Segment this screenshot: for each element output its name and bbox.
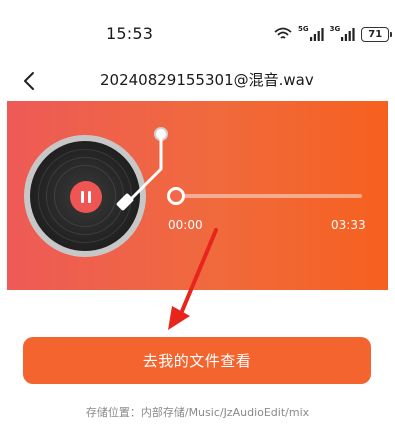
nav-bar: 20240829155301@混音.wav bbox=[0, 62, 395, 100]
clock: 15:53 bbox=[106, 24, 154, 43]
network-3g-label: 3G bbox=[329, 25, 341, 33]
signal-icon bbox=[309, 27, 324, 41]
network-5g-label: 5G bbox=[298, 25, 309, 33]
progress-slider[interactable] bbox=[170, 194, 362, 198]
chevron-left-icon bbox=[24, 72, 34, 90]
wifi-icon bbox=[274, 27, 292, 39]
status-bar: 15:53 5G 3G 71 bbox=[0, 0, 395, 62]
pause-button[interactable] bbox=[70, 181, 102, 213]
signal-icon bbox=[341, 27, 355, 41]
current-time: 00:00 bbox=[168, 218, 203, 232]
view-my-files-button[interactable]: 去我的文件查看 bbox=[23, 337, 371, 384]
battery-icon: 71 bbox=[361, 26, 393, 42]
progress-thumb[interactable] bbox=[167, 187, 185, 205]
pause-icon bbox=[81, 191, 84, 203]
audio-player: 00:00 03:33 bbox=[7, 101, 388, 290]
battery-level: 71 bbox=[368, 28, 383, 40]
duration: 03:33 bbox=[331, 218, 366, 232]
status-icons: 5G 3G 71 bbox=[274, 25, 393, 43]
save-location: 存储位置：内部存储/Music/JzAudioEdit/mix bbox=[85, 406, 310, 419]
back-button[interactable] bbox=[14, 66, 44, 96]
page-title: 20240829155301@混音.wav bbox=[100, 71, 314, 89]
